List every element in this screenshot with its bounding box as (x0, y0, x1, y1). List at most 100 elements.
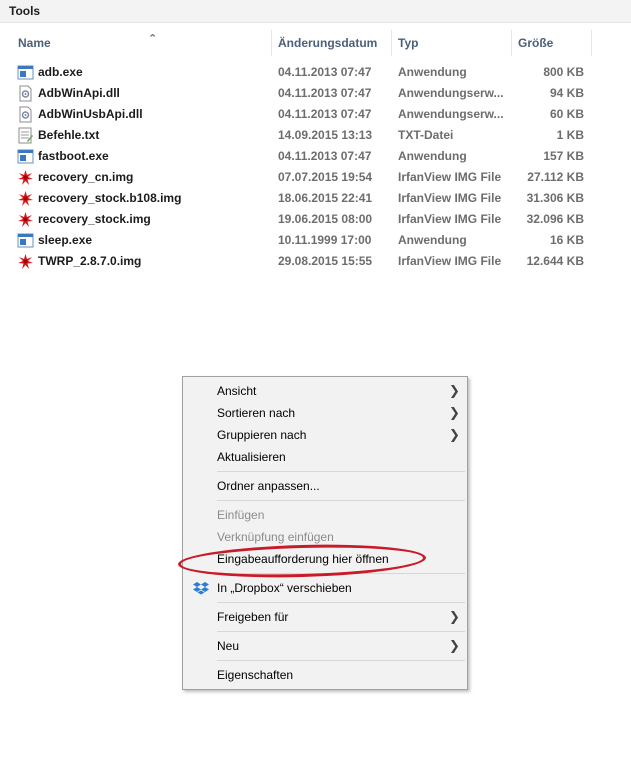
menu-separator (217, 471, 465, 472)
file-size: 31.306 KB (526, 191, 584, 205)
file-name: recovery_stock.b108.img (38, 191, 182, 205)
file-size: 1 KB (556, 128, 584, 142)
menu-item-verknuepfung-einfuegen[interactable]: Verknüpfung einfügen (183, 526, 467, 548)
menu-item-ordner-anpassen[interactable]: Ordner anpassen... (183, 475, 467, 497)
file-row[interactable]: AdbWinUsbApi.dll 04.11.2013 07:47 Anwendun… (0, 104, 631, 125)
column-header-size[interactable]: Größe (512, 30, 592, 56)
file-name: recovery_stock.img (38, 212, 151, 226)
file-type: Anwendung (398, 65, 467, 79)
menu-item-einfuegen[interactable]: Einfügen (183, 504, 467, 526)
file-date: 29.08.2015 15:55 (278, 254, 373, 268)
menu-item-ansicht[interactable]: Ansicht ❯ (183, 380, 467, 402)
column-header-type-label: Typ (398, 36, 419, 50)
file-row[interactable]: AdbWinApi.dll 04.11.2013 07:47 Anwendungse… (0, 83, 631, 104)
chevron-right-icon: ❯ (449, 405, 460, 420)
file-type: IrfanView IMG File (398, 254, 502, 268)
file-name: recovery_cn.img (38, 170, 134, 184)
column-header-date-label: Änderungsdatum (278, 36, 378, 50)
file-size: 60 KB (549, 107, 584, 121)
file-name: fastboot.exe (38, 149, 109, 163)
file-date: 19.06.2015 08:00 (278, 212, 373, 226)
menu-separator (217, 660, 465, 661)
menu-item-freigeben[interactable]: Freigeben für ❯ (183, 606, 467, 628)
file-size: 94 KB (549, 86, 584, 100)
file-date: 14.09.2015 13:13 (278, 128, 373, 142)
column-header-date[interactable]: Änderungsdatum (272, 30, 392, 56)
menu-item-aktualisieren[interactable]: Aktualisieren (183, 446, 467, 468)
menu-item-label: In „Dropbox“ verschieben (217, 581, 352, 595)
file-date: 04.11.2013 07:47 (278, 86, 372, 100)
file-type: Anwendungserw... (398, 86, 504, 100)
menu-separator (217, 573, 465, 574)
file-size: 12.644 KB (526, 254, 584, 268)
menu-separator (217, 631, 465, 632)
sort-ascending-icon: ⌃ (148, 33, 158, 45)
file-date: 04.11.2013 07:47 (278, 107, 372, 121)
file-type: Anwendungserw... (398, 107, 504, 121)
file-name: sleep.exe (38, 233, 93, 247)
menu-item-label: Eigenschaften (217, 668, 294, 682)
file-type: IrfanView IMG File (398, 212, 502, 226)
file-type: IrfanView IMG File (398, 170, 502, 184)
menu-item-eingabeaufforderung[interactable]: Eingabeaufforderung hier öffnen (183, 548, 467, 570)
file-name: TWRP_2.8.7.0.img (38, 254, 142, 268)
menu-item-label: Neu (217, 639, 240, 653)
chevron-right-icon: ❯ (449, 383, 460, 398)
chevron-right-icon: ❯ (449, 638, 460, 653)
menu-item-sortieren[interactable]: Sortieren nach ❯ (183, 402, 467, 424)
file-row[interactable]: adb.exe 04.11.2013 07:47 Anwendung 800 KB (0, 62, 631, 83)
menu-item-label: Aktualisieren (217, 450, 286, 464)
menu-separator (217, 500, 465, 501)
file-size: 32.096 KB (526, 212, 584, 226)
file-date: 04.11.2013 07:47 (278, 65, 372, 79)
exe-icon (17, 148, 34, 165)
txt-icon (17, 127, 34, 144)
column-header-size-label: Größe (518, 36, 554, 50)
column-header-name[interactable]: Name ⌃ (12, 30, 272, 56)
file-date: 10.11.1999 17:00 (278, 233, 372, 247)
menu-item-neu[interactable]: Neu ❯ (183, 635, 467, 657)
column-header-row: Name ⌃ Änderungsdatum Typ Größe (0, 30, 631, 56)
file-size: 16 KB (549, 233, 584, 247)
file-size: 800 KB (543, 65, 584, 79)
file-date: 04.11.2013 07:47 (278, 149, 372, 163)
file-size: 157 KB (543, 149, 584, 163)
menu-item-label: Verknüpfung einfügen (217, 530, 334, 544)
menu-item-eigenschaften[interactable]: Eigenschaften (183, 664, 467, 686)
menu-item-label: Eingabeaufforderung hier öffnen (217, 552, 389, 566)
dropbox-icon (193, 580, 209, 596)
file-row[interactable]: recovery_stock.b108.img 18.06.2015 22:41 I… (0, 188, 631, 209)
chevron-right-icon: ❯ (449, 427, 460, 442)
menu-item-label: Einfügen (217, 508, 265, 522)
file-name: adb.exe (38, 65, 83, 79)
file-row[interactable]: fastboot.exe 04.11.2013 07:47 Anwendung 157… (0, 146, 631, 167)
file-name: Befehle.txt (38, 128, 100, 142)
context-menu: Ansicht ❯ Sortieren nach ❯ Gruppieren na… (182, 376, 468, 690)
img-icon (17, 253, 34, 270)
file-row[interactable]: recovery_stock.img 19.06.2015 08:00 IrfanV… (0, 209, 631, 230)
img-icon (17, 190, 34, 207)
menu-item-dropbox[interactable]: In „Dropbox“ verschieben (183, 577, 467, 599)
file-row[interactable]: TWRP_2.8.7.0.img 29.08.2015 15:55 IrfanVie… (0, 251, 631, 272)
file-type: Anwendung (398, 233, 467, 247)
column-header-name-label: Name (18, 36, 51, 50)
menu-item-label: Freigeben für (217, 610, 289, 624)
img-icon (17, 169, 34, 186)
title-bar: Tools (0, 0, 631, 23)
file-name: AdbWinApi.dll (38, 86, 120, 100)
dll-icon (17, 106, 34, 123)
chevron-right-icon: ❯ (449, 609, 460, 624)
menu-item-gruppieren[interactable]: Gruppieren nach ❯ (183, 424, 467, 446)
menu-item-label: Ansicht (217, 384, 257, 398)
menu-separator (217, 602, 465, 603)
file-type: TXT-Datei (398, 128, 454, 142)
file-type: Anwendung (398, 149, 467, 163)
file-row[interactable]: recovery_cn.img 07.07.2015 19:54 IrfanView… (0, 167, 631, 188)
exe-icon (17, 232, 34, 249)
menu-item-label: Ordner anpassen... (217, 479, 320, 493)
file-date: 07.07.2015 19:54 (278, 170, 373, 184)
file-row[interactable]: sleep.exe 10.11.1999 17:00 Anwendung 16 KB (0, 230, 631, 251)
file-type: IrfanView IMG File (398, 191, 502, 205)
file-row[interactable]: Befehle.txt 14.09.2015 13:13 TXT-Datei 1 KB (0, 125, 631, 146)
column-header-type[interactable]: Typ (392, 30, 512, 56)
